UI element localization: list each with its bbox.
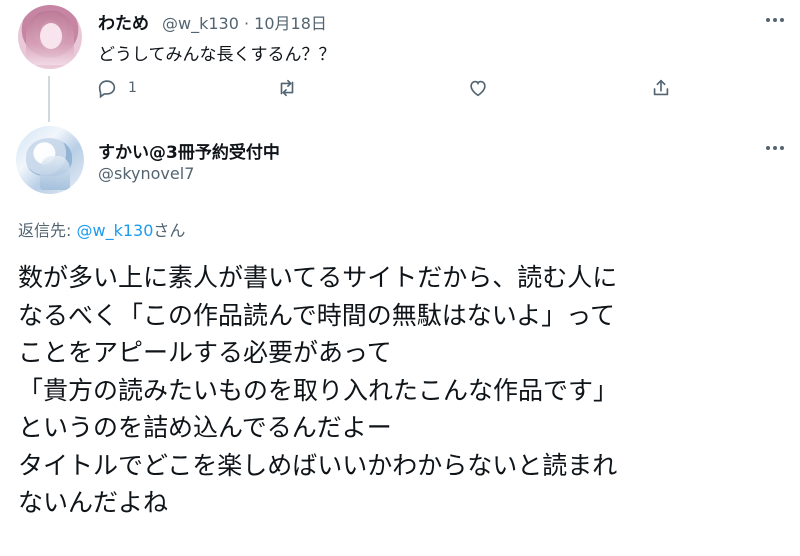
replying-to: 返信先: @w_k130さん	[18, 217, 185, 241]
share-button[interactable]	[650, 77, 672, 99]
replying-to-label: 返信先:	[18, 221, 77, 240]
tweet-text: どうしてみんな長くするん？？	[98, 45, 336, 65]
avatar[interactable]	[18, 5, 82, 69]
separator: ·	[243, 14, 250, 33]
handle[interactable]: @w_k130 · 10月18日	[162, 10, 327, 34]
share-icon	[653, 79, 669, 96]
avatar-face	[40, 23, 62, 49]
tweet-text-line: 数が多い上に素人が書いてるサイトだから、読む人に	[18, 263, 618, 292]
tweet-text-line: ことをアピールする必要があって	[18, 338, 392, 367]
handle[interactable]: @skynovel7	[98, 164, 194, 183]
display-name[interactable]: わため	[98, 9, 149, 34]
avatar[interactable]	[16, 126, 84, 194]
reply-button[interactable]: 1	[96, 77, 137, 99]
tweet-text-line: なるべく「この作品読んで時間の無駄はないよ」って	[18, 300, 616, 330]
replying-to-suffix: さん	[153, 221, 186, 240]
tweet-date[interactable]: 10月18日	[254, 14, 327, 33]
display-name[interactable]: すかい@3冊予約受付中	[98, 138, 280, 163]
heart-icon	[470, 80, 486, 97]
retweet-button[interactable]	[276, 77, 298, 99]
avatar-figure	[40, 156, 70, 190]
retweet-icon	[280, 79, 294, 97]
handle-text: @w_k130	[162, 14, 239, 33]
more-options-icon[interactable]	[760, 140, 790, 156]
tweet-text-line: タイトルでどこを楽しめばいいかわからないと読まれ	[18, 450, 618, 480]
reply-icon	[98, 80, 116, 99]
tweet-text-line: というのを詰め込んでるんだよー	[18, 413, 392, 442]
like-button[interactable]	[467, 77, 489, 99]
thread-connector-line	[48, 76, 50, 122]
reply-count: 1	[128, 80, 137, 96]
tweet-text-line: 「貴方の読みたいものを取り入れたこんな作品です」	[18, 375, 619, 405]
mention-link[interactable]: @w_k130	[76, 221, 153, 240]
tweet-text-line: ないんだよね	[18, 488, 169, 517]
more-options-icon[interactable]	[760, 12, 790, 28]
tweet-text: 数が多い上に素人が書いてるサイトだから、読む人に なるべく「この作品読んで時間の…	[18, 259, 788, 522]
